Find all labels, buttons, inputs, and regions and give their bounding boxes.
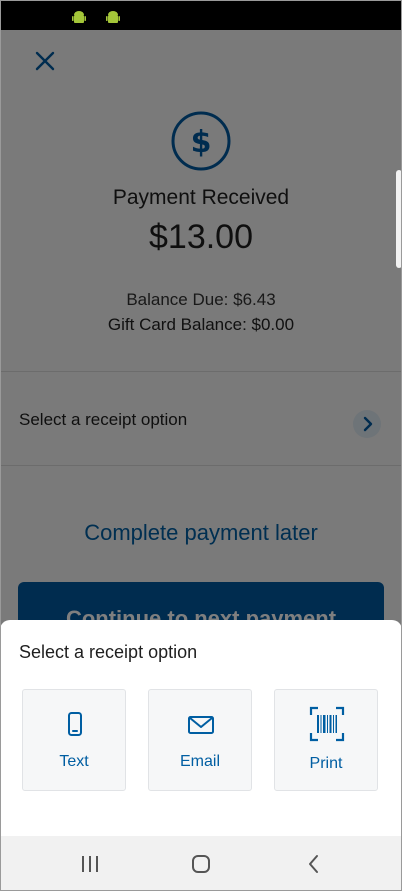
system-nav-bar bbox=[0, 836, 402, 891]
receipt-bottom-sheet: Select a receipt option Text Email Print bbox=[0, 620, 402, 836]
status-bar bbox=[0, 0, 402, 30]
recents-icon[interactable] bbox=[79, 853, 101, 875]
sheet-title: Select a receipt option bbox=[19, 642, 198, 662]
android-icon bbox=[72, 11, 86, 23]
text-receipt-button[interactable]: Text bbox=[22, 689, 126, 791]
phone-icon bbox=[68, 712, 82, 736]
envelope-icon bbox=[188, 716, 214, 734]
option-label: Print bbox=[309, 755, 343, 772]
print-receipt-button[interactable]: Print bbox=[274, 689, 378, 791]
option-label: Email bbox=[179, 753, 220, 770]
option-label: Text bbox=[59, 753, 89, 770]
scrollbar[interactable] bbox=[396, 170, 402, 268]
android-icon bbox=[106, 11, 120, 23]
home-icon[interactable] bbox=[190, 853, 212, 875]
email-receipt-button[interactable]: Email bbox=[148, 689, 252, 791]
back-icon[interactable] bbox=[303, 853, 325, 875]
barcode-icon bbox=[309, 706, 345, 742]
